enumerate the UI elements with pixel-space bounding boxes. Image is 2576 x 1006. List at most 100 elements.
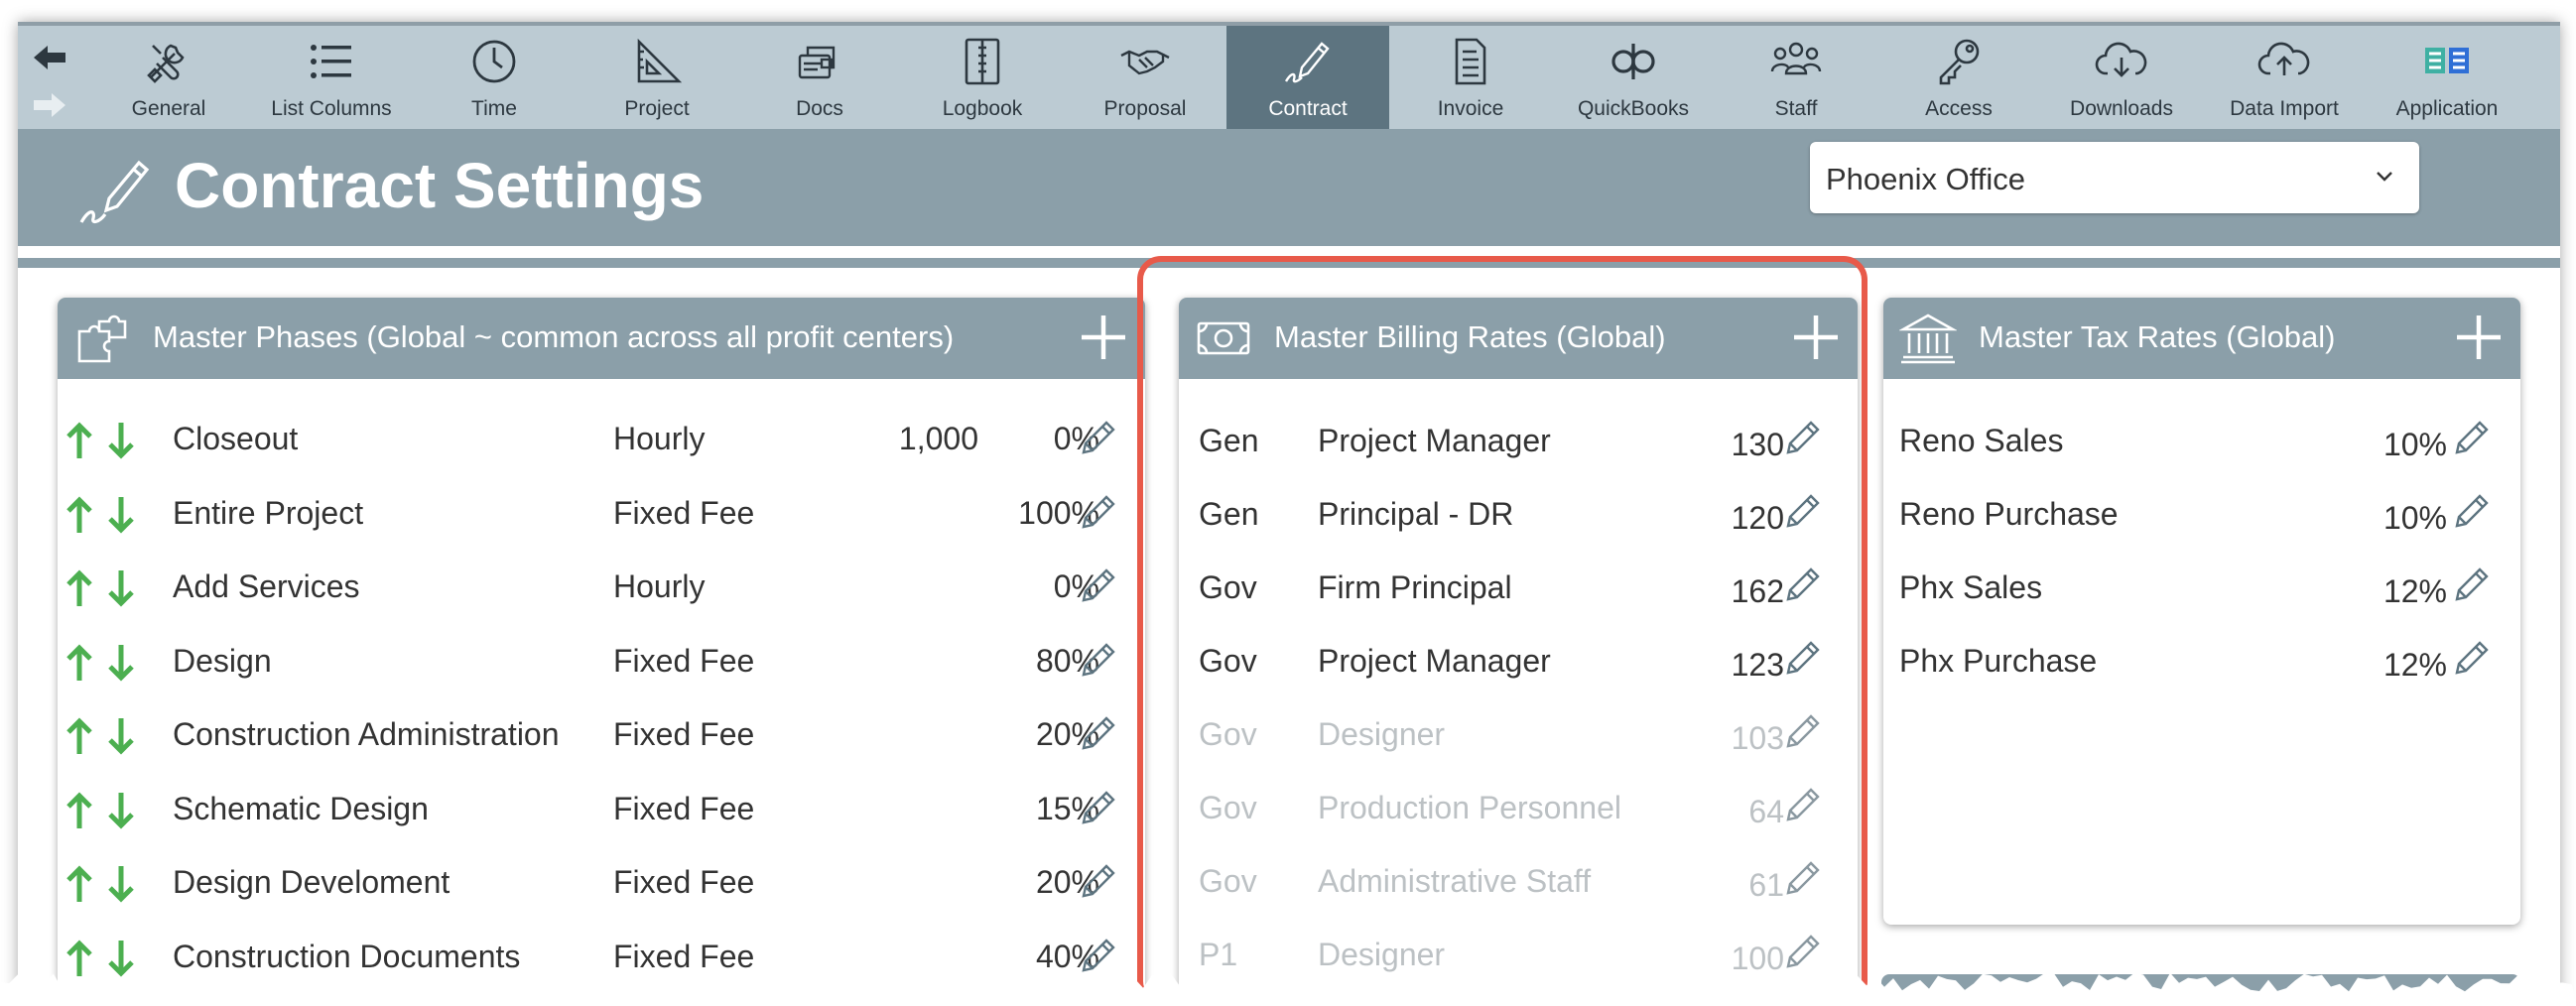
tab-downloads[interactable]: Downloads [2040, 26, 2203, 133]
billing-rate-row[interactable]: Gov Designer 103 [1179, 698, 1858, 772]
panel-header: Master Phases (Global ~ common across al… [58, 298, 1145, 379]
tax-rate-row[interactable]: Phx Sales 12% [1883, 552, 2520, 625]
phase-name: Entire Project [173, 494, 364, 531]
tab-application[interactable]: Application [2366, 26, 2528, 133]
header-divider [18, 258, 2560, 268]
tab-staff[interactable]: Staff [1715, 26, 1877, 133]
quickbooks-icon [1611, 44, 1655, 79]
phase-row[interactable]: Schematic Design Fixed Fee 15% [58, 773, 1145, 846]
reorder-arrows-icon[interactable] [64, 419, 143, 462]
add-tax-rate-button[interactable] [2451, 310, 2507, 365]
phase-billing-type: Fixed Fee [613, 864, 755, 900]
tab-invoice[interactable]: Invoice [1389, 26, 1552, 133]
tax-rate-row[interactable]: Reno Sales 10% [1883, 405, 2520, 478]
phase-row[interactable]: Add Services Hourly 0% [58, 551, 1145, 624]
phase-billing-type: Hourly [613, 421, 706, 456]
tab-quickbooks[interactable]: QuickBooks [1552, 26, 1715, 133]
tab-proposal[interactable]: Proposal [1064, 26, 1226, 133]
edit-pencil-icon[interactable] [1076, 860, 1119, 904]
add-billing-rate-button[interactable] [1788, 310, 1844, 365]
phase-row[interactable]: Entire Project Fixed Fee 100% [58, 477, 1145, 551]
rate-code: Gov [1199, 643, 1257, 679]
back-arrow-icon[interactable] [30, 38, 69, 77]
tab-project[interactable]: Project [576, 26, 738, 133]
bank-icon [1899, 314, 1957, 364]
edit-pencil-icon[interactable] [1076, 712, 1119, 756]
phase-row[interactable]: Closeout Hourly 1,000 0% [58, 403, 1145, 476]
phase-billing-type: Fixed Fee [613, 790, 755, 826]
set-square-icon [637, 38, 683, 83]
rate-code: Gov [1199, 716, 1257, 752]
tab-logbook[interactable]: Logbook [901, 26, 1064, 133]
add-phase-button[interactable] [1076, 310, 1131, 365]
reorder-arrows-icon[interactable] [64, 641, 143, 685]
tab-label: General [131, 97, 206, 120]
edit-pencil-icon[interactable] [2449, 417, 2493, 460]
panel-title: Master Tax Rates (Global) [1979, 319, 2336, 354]
panel-title: Master Billing Rates (Global) [1274, 319, 1666, 354]
tax-name: Phx Sales [1899, 569, 2043, 605]
rate-role: Project Manager [1318, 423, 1551, 458]
tax-rate: 10% [2383, 500, 2447, 536]
billing-rate-row[interactable]: Gov Production Personnel 64 [1179, 772, 1858, 845]
edit-pencil-icon[interactable] [1780, 710, 1824, 754]
phase-billing-type: Hourly [613, 568, 706, 604]
tab-data-import[interactable]: Data Import [2203, 26, 2366, 133]
edit-pencil-icon[interactable] [1780, 417, 1824, 460]
rate-value: 61 [1748, 867, 1784, 903]
tab-label: Contract [1268, 97, 1348, 120]
reorder-arrows-icon[interactable] [64, 714, 143, 758]
edit-pencil-icon[interactable] [1780, 857, 1824, 901]
rate-role: Project Manager [1318, 643, 1551, 679]
billing-rate-row[interactable]: Gen Principal - DR 120 [1179, 478, 1858, 552]
reorder-arrows-icon[interactable] [64, 493, 143, 537]
edit-pencil-icon[interactable] [1780, 637, 1824, 681]
edit-pencil-icon[interactable] [1780, 784, 1824, 827]
edit-pencil-icon[interactable] [1076, 639, 1119, 683]
phase-row[interactable]: Design Develoment Fixed Fee 20% [58, 846, 1145, 920]
cloud-upload-icon [2257, 42, 2310, 75]
panel-header: Master Billing Rates (Global) [1179, 298, 1858, 379]
tab-label: Invoice [1437, 97, 1504, 120]
tab-list-columns[interactable]: List Columns [250, 26, 413, 133]
edit-pencil-icon[interactable] [1076, 491, 1119, 535]
reorder-arrows-icon[interactable] [64, 862, 143, 906]
edit-pencil-icon[interactable] [1780, 490, 1824, 534]
rate-role: Production Personnel [1318, 790, 1621, 825]
tax-rate-row[interactable]: Reno Purchase 10% [1883, 478, 2520, 552]
rate-value: 64 [1748, 794, 1784, 829]
tax-name: Reno Sales [1899, 423, 2064, 458]
office-select[interactable]: Phoenix Office [1810, 142, 2419, 213]
tax-rate: 12% [2383, 573, 2447, 609]
tax-rate: 12% [2383, 647, 2447, 683]
edit-pencil-icon[interactable] [2449, 490, 2493, 534]
edit-pencil-icon[interactable] [2449, 564, 2493, 607]
phase-name: Schematic Design [173, 790, 429, 826]
tab-time[interactable]: Time [413, 26, 576, 133]
edit-pencil-icon[interactable] [2449, 637, 2493, 681]
phase-row[interactable]: Design Fixed Fee 80% [58, 625, 1145, 698]
tax-rate-row[interactable]: Phx Purchase 12% [1883, 625, 2520, 698]
tools-icon [147, 44, 185, 83]
phase-row[interactable]: Construction Administration Fixed Fee 20% [58, 698, 1145, 772]
puzzle-icon [77, 314, 127, 363]
edit-pencil-icon[interactable] [1076, 565, 1119, 608]
tab-contract[interactable]: Contract [1226, 26, 1389, 143]
tab-access[interactable]: Access [1877, 26, 2040, 133]
edit-pencil-icon[interactable] [1076, 787, 1119, 830]
forward-arrow-icon[interactable] [30, 85, 69, 125]
billing-rate-row[interactable]: Gov Firm Principal 162 [1179, 552, 1858, 625]
settings-toolbar: General List Columns Time Project Docs L… [18, 22, 2560, 143]
tab-general[interactable]: General [87, 26, 250, 133]
rate-value: 162 [1731, 573, 1784, 609]
billing-rate-row[interactable]: Gov Project Manager 123 [1179, 625, 1858, 698]
billing-rate-row[interactable]: Gov Administrative Staff 61 [1179, 845, 1858, 919]
edit-pencil-icon[interactable] [1780, 564, 1824, 607]
edit-pencil-icon[interactable] [1076, 417, 1119, 460]
tab-docs[interactable]: Docs [738, 26, 901, 133]
rate-value: 120 [1731, 500, 1784, 536]
billing-rate-row[interactable]: Gen Project Manager 130 [1179, 405, 1858, 478]
reorder-arrows-icon[interactable] [64, 566, 143, 610]
reorder-arrows-icon[interactable] [64, 789, 143, 832]
tab-label: Logbook [942, 97, 1023, 120]
